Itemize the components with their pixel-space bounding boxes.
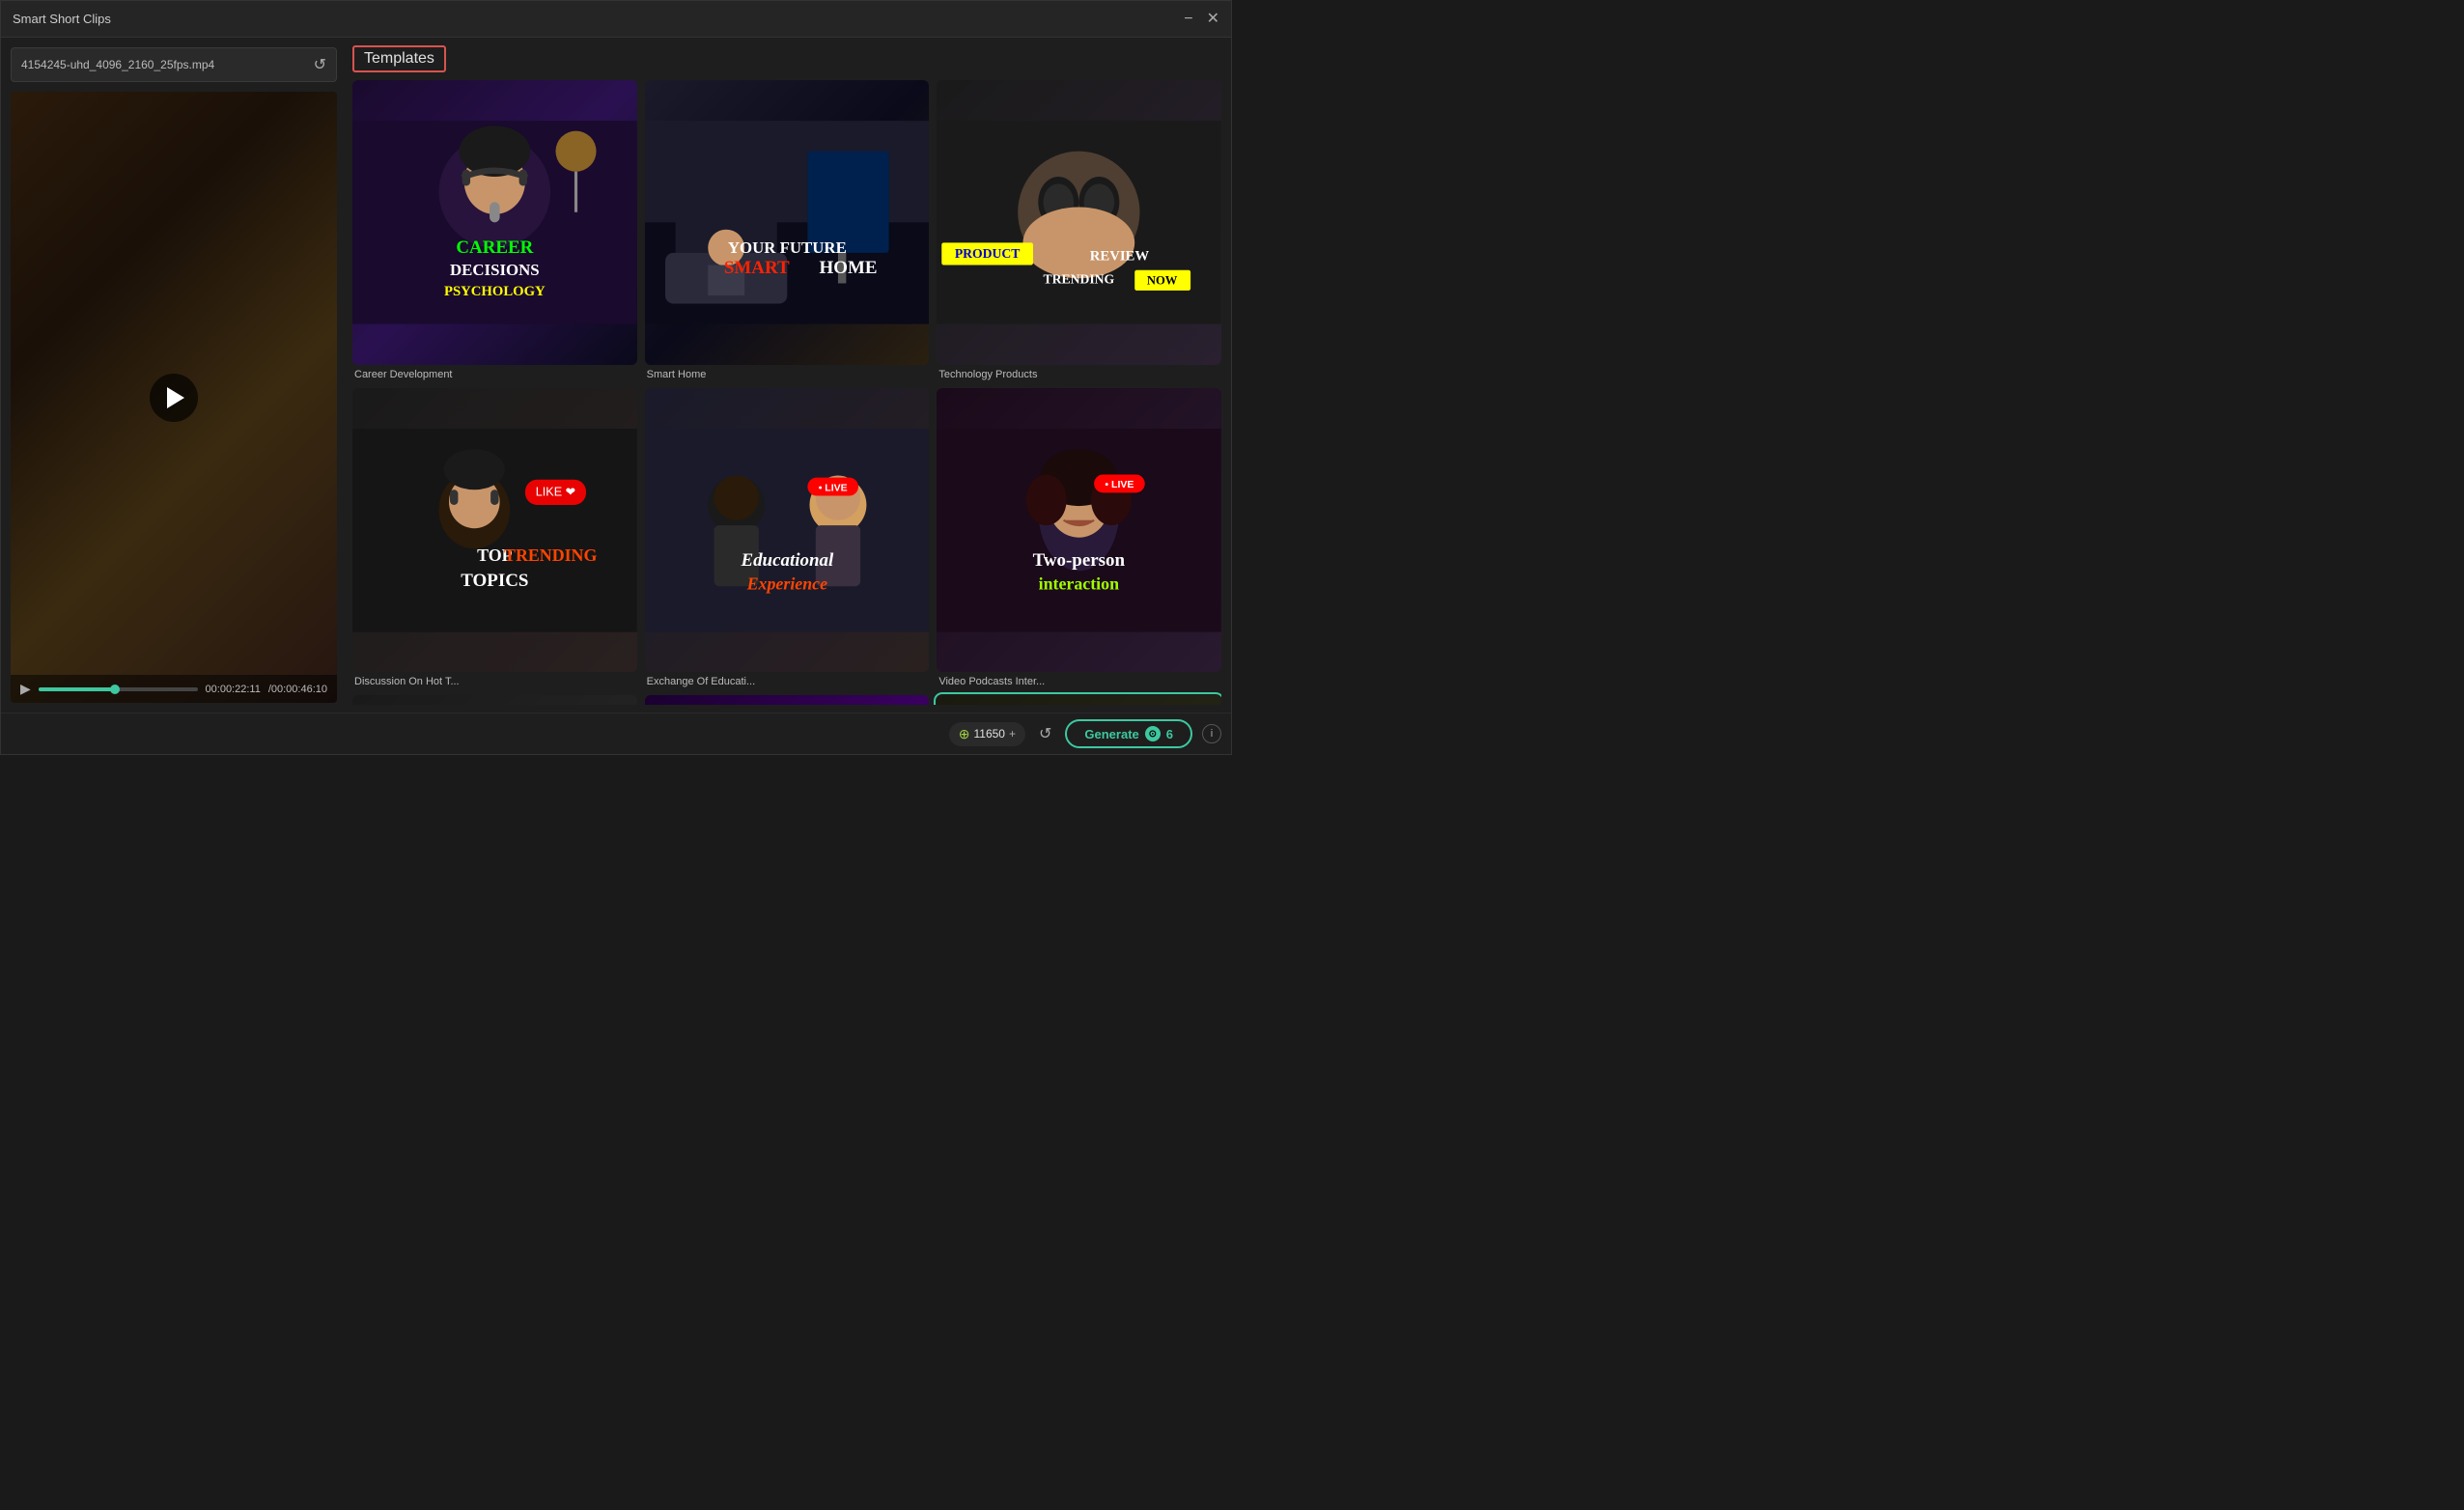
title-bar: Smart Short Clips − ✕	[1, 1, 1231, 38]
template-thumb-career: CAREER DECISIONS PSYCHOLOGY	[352, 80, 637, 365]
commentary-thumbnail: COMMENTARY	[645, 695, 930, 705]
window-controls: − ✕	[1184, 12, 1219, 27]
template-item-techproduct[interactable]: PRODUCT REVIEW TRENDING NOW Technology P…	[937, 80, 1221, 380]
svg-text:LIKE ❤: LIKE ❤	[536, 485, 576, 498]
main-content: 4154245-uhd_4096_2160_25fps.mp4 ↺	[1, 38, 1231, 713]
generate-button[interactable]: Generate ⊙ 6	[1065, 719, 1192, 748]
templates-label[interactable]: Templates	[352, 45, 446, 72]
svg-text:NOW: NOW	[1147, 274, 1178, 288]
generate-count: 6	[1166, 727, 1173, 741]
techproduct-label: Technology Products	[937, 369, 1221, 380]
career-thumbnail: CAREER DECISIONS PSYCHOLOGY	[352, 80, 637, 365]
svg-text:TRENDING: TRENDING	[504, 545, 597, 565]
template-item-vintage[interactable]: Vintage Denim Series Vintage Denim Serie…	[352, 695, 637, 705]
file-name: 4154245-uhd_4096_2160_25fps.mp4	[21, 58, 214, 71]
file-input-bar: 4154245-uhd_4096_2160_25fps.mp4 ↺	[11, 47, 337, 82]
template-thumb-discussion: LIKE ❤ TOP TRENDING TOPICS	[352, 388, 637, 673]
svg-text:• LIVE: • LIVE	[818, 482, 847, 493]
discussion-thumbnail: LIKE ❤ TOP TRENDING TOPICS	[352, 388, 637, 673]
svg-text:Educational: Educational	[740, 550, 833, 571]
template-item-commentary[interactable]: COMMENTARY Commentary	[645, 695, 930, 705]
template-item-educational[interactable]: • LIVE Educational Experience Exchange O…	[645, 388, 930, 688]
video-controls: ▶ 00:00:22:11 /00:00:46:10	[11, 675, 337, 703]
podcast-label: Video Podcasts Inter...	[937, 676, 1221, 687]
left-panel: 4154245-uhd_4096_2160_25fps.mp4 ↺	[1, 38, 347, 713]
credit-value: 11650	[973, 727, 1004, 741]
window-title: Smart Short Clips	[13, 12, 111, 26]
career-label: Career Development	[352, 369, 637, 380]
right-panel: Templates	[347, 38, 1231, 713]
template-thumb-educational2: EDUCATIONAL	[937, 695, 1221, 705]
progress-handle[interactable]	[110, 685, 120, 694]
svg-text:TRENDING: TRENDING	[1044, 271, 1115, 286]
credit-plus[interactable]: +	[1009, 727, 1016, 741]
generate-icon: ⊙	[1145, 726, 1161, 741]
svg-text:REVIEW: REVIEW	[1090, 248, 1150, 264]
time-total: /00:00:46:10	[268, 684, 327, 695]
progress-bar[interactable]	[39, 687, 198, 691]
svg-text:• LIVE: • LIVE	[1106, 479, 1134, 490]
educational2-thumbnail: EDUCATIONAL	[937, 695, 1221, 705]
info-button[interactable]: i	[1202, 724, 1221, 743]
vintage-thumbnail: Vintage Denim Series	[352, 695, 637, 705]
file-refresh-icon[interactable]: ↺	[314, 55, 326, 74]
svg-text:interaction: interaction	[1039, 573, 1119, 593]
credit-display: ⊕ 11650 +	[949, 722, 1025, 746]
templates-header: Templates	[352, 45, 1221, 72]
podcast-thumbnail: • LIVE Two-person interaction	[937, 388, 1221, 673]
smarthome-label: Smart Home	[645, 369, 930, 380]
video-preview: ▶ 00:00:22:11 /00:00:46:10	[11, 92, 337, 703]
educational-thumbnail: • LIVE Educational Experience	[645, 388, 930, 673]
svg-text:SMART: SMART	[724, 258, 790, 278]
close-button[interactable]: ✕	[1207, 12, 1219, 27]
template-thumb-podcast: • LIVE Two-person interaction	[937, 388, 1221, 673]
credit-icon: ⊕	[959, 726, 970, 742]
main-window: Smart Short Clips − ✕ 4154245-uhd_4096_2…	[0, 0, 1232, 755]
template-thumb-educational: • LIVE Educational Experience	[645, 388, 930, 673]
svg-text:Experience: Experience	[745, 573, 826, 593]
time-current: 00:00:22:11	[206, 684, 261, 695]
template-item-podcast[interactable]: • LIVE Two-person interaction Video Podc…	[937, 388, 1221, 688]
discussion-label: Discussion On Hot T...	[352, 676, 637, 687]
svg-text:TOPICS: TOPICS	[461, 571, 528, 591]
template-thumb-commentary: COMMENTARY	[645, 695, 930, 705]
video-play-button[interactable]: ▶	[20, 681, 31, 697]
techproduct-thumbnail: PRODUCT REVIEW TRENDING NOW	[937, 80, 1221, 365]
template-item-career[interactable]: CAREER DECISIONS PSYCHOLOGY Career Devel…	[352, 80, 637, 380]
template-thumb-smarthome: YOUR FUTURE SMART HOME	[645, 80, 930, 365]
play-icon	[167, 387, 184, 408]
play-button[interactable]	[150, 374, 198, 422]
template-item-discussion[interactable]: LIKE ❤ TOP TRENDING TOPICS Discussion On…	[352, 388, 637, 688]
progress-fill	[39, 687, 115, 691]
minimize-button[interactable]: −	[1184, 12, 1192, 27]
refresh-button[interactable]: ↺	[1035, 720, 1055, 747]
svg-text:DECISIONS: DECISIONS	[450, 261, 540, 279]
template-item-smarthome[interactable]: YOUR FUTURE SMART HOME Smart Home	[645, 80, 930, 380]
educational-label: Exchange Of Educati...	[645, 676, 930, 687]
template-thumb-vintage: Vintage Denim Series	[352, 695, 637, 705]
footer-bar: ⊕ 11650 + ↺ Generate ⊙ 6 i	[1, 713, 1231, 754]
svg-text:YOUR FUTURE: YOUR FUTURE	[728, 238, 847, 257]
template-item-educational2[interactable]: EDUCATIONAL Educational	[937, 695, 1221, 705]
templates-grid: CAREER DECISIONS PSYCHOLOGY Career Devel…	[352, 80, 1221, 705]
svg-text:HOME: HOME	[819, 258, 877, 278]
svg-text:PSYCHOLOGY: PSYCHOLOGY	[444, 284, 546, 299]
generate-label: Generate	[1084, 727, 1138, 741]
svg-text:Two-person: Two-person	[1033, 550, 1126, 571]
smarthome-thumbnail: YOUR FUTURE SMART HOME	[645, 80, 930, 365]
svg-text:CAREER: CAREER	[456, 238, 533, 258]
svg-text:PRODUCT: PRODUCT	[955, 246, 1021, 261]
template-thumb-techproduct: PRODUCT REVIEW TRENDING NOW	[937, 80, 1221, 365]
